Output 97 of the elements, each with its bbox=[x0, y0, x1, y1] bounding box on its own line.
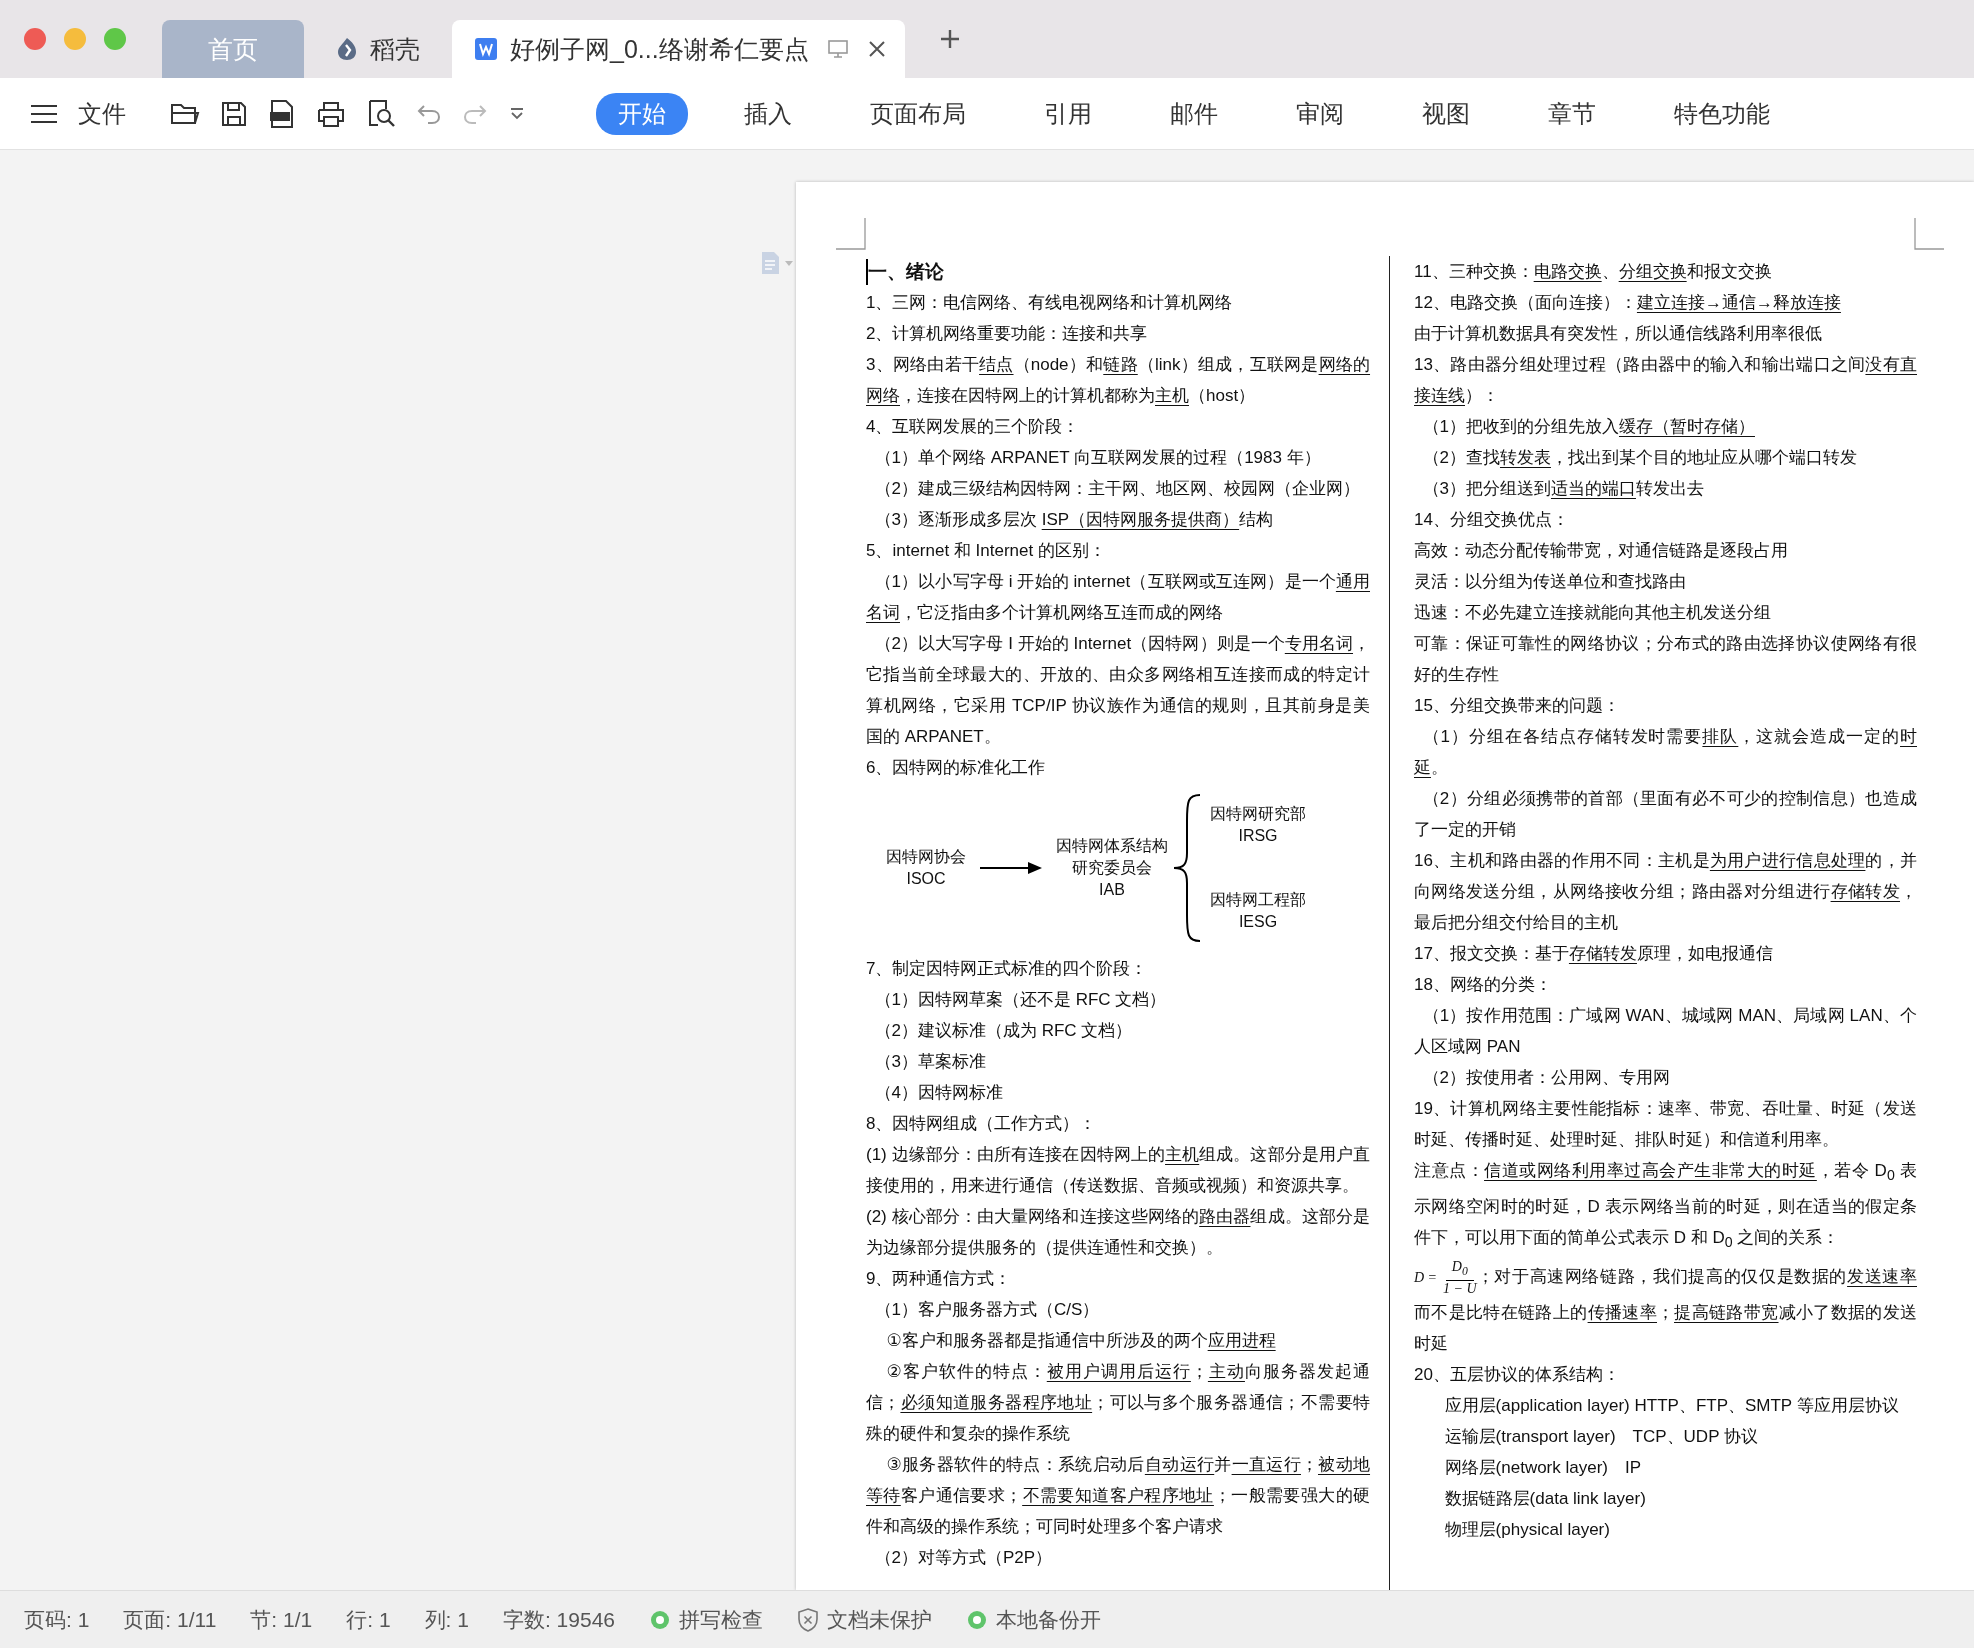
paragraph: 高效：动态分配传输带宽，对通信链路是逐段占用 bbox=[1414, 540, 1789, 562]
status-button[interactable]: 本地备份开 bbox=[966, 1605, 1101, 1634]
diagram-label: 因特网体系结构 研究委员会 IAB bbox=[1056, 836, 1168, 900]
paragraph: （2）对等方式（P2P） bbox=[873, 1547, 1054, 1569]
paragraph: （2）查找转发表，找出到某个目的地址应从哪个端口转发 bbox=[1421, 447, 1858, 469]
status-text: 列: 1 bbox=[424, 1606, 469, 1633]
ribbon-tab[interactable]: 开始 bbox=[596, 92, 688, 135]
paragraph: 注意点：信道或网络利用率过高会产生非常大的时延，若令 D$_{0}$ 表示网络空闲时的时延，D 表示网络当前的时延，则在适当的假定条件下，可以用下面的简单公式表示 D 和 D$_{0}$ 之间的关系： bbox=[1414, 1160, 1917, 1253]
ribbon-tab[interactable]: 章节 bbox=[1526, 92, 1618, 135]
status-text: 页码: 1 bbox=[24, 1606, 90, 1633]
status-text: 节: 1/1 bbox=[250, 1606, 313, 1633]
diagram-arrow bbox=[980, 861, 1042, 875]
paragraph: （1）因特网草案（还不是 RFC 文档） bbox=[873, 989, 1168, 1011]
paragraph: 4、互联网发展的三个阶段： bbox=[866, 416, 1081, 438]
paragraph: 3、网络由若干结点（node）和链路（link）组成，互联网是网络的网络，连接在因特网上的计算机都称为主机（host） bbox=[866, 354, 1370, 407]
paragraph: 16、主机和路由器的作用不同：主机是为用户进行信息处理的，并向网络发送分组，从网络接收分组；路由器对分组进行存储转发，最后把分组交付给目的主机 bbox=[1414, 850, 1917, 934]
file-menu[interactable]: 文件 bbox=[78, 97, 126, 130]
paragraph: 运输层(transport layer) TCP、UDP 协议 bbox=[1443, 1425, 1759, 1448]
paragraph: 7、制定因特网正式标准的四个阶段： bbox=[866, 958, 1149, 980]
paragraph: （3）草案标准 bbox=[873, 1051, 987, 1073]
paragraph: （1）分组在各结点存储转发时需要排队，这就会造成一定的时延。 bbox=[1414, 726, 1917, 779]
menu-icon[interactable] bbox=[30, 102, 58, 125]
shield-icon bbox=[797, 1607, 819, 1632]
paragraph: （3）逐渐形成多层次 ISP（因特网服务提供商）结构 bbox=[873, 509, 1275, 531]
document-w-icon bbox=[474, 37, 498, 61]
ribbon-tab[interactable]: 视图 bbox=[1400, 92, 1492, 135]
paragraph: (2) 核心部分：由大量网络和连接这些网络的路由器组成。这部分是为边缘部分提供服务的（提供连通性和交换）。 bbox=[866, 1206, 1370, 1259]
paragraph: 14、分组交换优点： bbox=[1414, 509, 1570, 531]
print-icon[interactable] bbox=[316, 99, 346, 128]
ribbon-tab[interactable]: 引用 bbox=[1022, 92, 1114, 135]
paragraph: （2）分组必须携带的首部（里面有必不可少的控制信息）也造成了一定的开销 bbox=[1414, 788, 1917, 841]
paragraph: 可靠：保证可靠性的网络协议；分布式的路由选择协议使网络有很好的生存性 bbox=[1414, 633, 1917, 686]
paragraph: （2）按使用者：公用网、专用网 bbox=[1421, 1067, 1671, 1089]
paragraph: 迅速：不必先建立连接就能向其他主机发送分组 bbox=[1414, 602, 1772, 624]
status-button[interactable]: 文档未保护 bbox=[797, 1605, 932, 1634]
flame-icon bbox=[336, 37, 358, 61]
paragraph: （3）把分组送到适当的端口转发出去 bbox=[1421, 478, 1705, 500]
paragraph: 数据链路层(data link layer) bbox=[1443, 1487, 1647, 1510]
status-text: 页面: 1/11 bbox=[123, 1606, 217, 1633]
diagram-label: 因特网协会 ISOC bbox=[886, 847, 966, 889]
paragraph: ①客户和服务器都是指通信中所涉及的两个应用进程 bbox=[885, 1330, 1277, 1352]
paragraph: （1）按作用范围：广域网 WAN、城域网 MAN、局域网 LAN、个人区域网 PAN bbox=[1414, 1005, 1917, 1058]
text-cursor bbox=[866, 258, 868, 285]
document-tab[interactable]: 好例子网_0...络谢希仁要点 bbox=[452, 20, 905, 78]
paragraph: （1）单个网络 ARPANET 向互联网发展的过程（1983 年） bbox=[873, 447, 1322, 469]
status-button[interactable]: 拼写检查 bbox=[649, 1605, 763, 1634]
paragraph: 17、报文交换：基于存储转发原理，如电报通信 bbox=[1414, 943, 1774, 965]
window-close-button[interactable] bbox=[24, 28, 46, 50]
paragraph: 12、电路交换（面向连接）：建立连接→通信→释放连接 bbox=[1414, 292, 1842, 314]
document-tab[interactable]: 稻壳 bbox=[314, 20, 442, 78]
status-text: 行: 1 bbox=[346, 1606, 391, 1633]
paragraph: 物理层(physical layer) bbox=[1443, 1518, 1611, 1541]
ribbon-tab[interactable]: 页面布局 bbox=[848, 92, 988, 135]
paragraph: （1）以小写字母 i 开始的 internet（互联网或互连网）是一个通用名词，它泛指由多个计算机网络互连而成的网络 bbox=[866, 571, 1370, 624]
paragraph: 8、因特网组成（工作方式）： bbox=[866, 1113, 1098, 1135]
paragraph: （1）把收到的分组先放入缓存（暂时存储） bbox=[1421, 416, 1756, 438]
diagram-label: 因特网研究部 IRSG bbox=[1210, 804, 1306, 846]
print-preview-icon[interactable] bbox=[366, 98, 396, 129]
close-icon[interactable] bbox=[866, 39, 887, 59]
ribbon-tab[interactable]: 插入 bbox=[722, 92, 814, 135]
paragraph: 19、计算机网络主要性能指标：速率、带宽、吞吐量、时延（发送时延、传播时延、处理时延、排队时延）和信道利用率。 bbox=[1414, 1098, 1917, 1151]
ribbon-tab[interactable]: 邮件 bbox=[1148, 92, 1240, 135]
corner-mark bbox=[1914, 218, 1944, 250]
paragraph: （4）因特网标准 bbox=[873, 1082, 1004, 1104]
paragraph: （2）建成三级结构因特网：主干网、地区网、校园网（企业网） bbox=[873, 478, 1361, 500]
diagram-label: 因特网工程部 IESG bbox=[1210, 890, 1306, 932]
paragraph: 应用层(application layer) HTTP、FTP、SMTP 等应用层协议 bbox=[1443, 1394, 1900, 1417]
paragraph: 灵活：以分组为传送单位和查找路由 bbox=[1414, 571, 1687, 593]
save-icon[interactable] bbox=[220, 99, 248, 128]
status-ok-icon bbox=[966, 1608, 988, 1631]
paragraph: （1）客户服务器方式（C/S） bbox=[873, 1299, 1101, 1321]
paragraph: ③服务器软件的特点：系统启动后自动运行并一直运行；被动地等待客户通信要求；不需要知道客户程序地址；一般需要强大的硬件和高级的操作系统；可同时处理多个客户请求 bbox=[866, 1454, 1370, 1538]
paragraph: 11、三种交换：电路交换、分组交换和报文交换 bbox=[1414, 261, 1773, 283]
paragraph: 5、internet 和 Internet 的区别： bbox=[866, 540, 1107, 562]
paragraph: 20、五层协议的体系结构： bbox=[1414, 1363, 1621, 1386]
caret-icon[interactable] bbox=[508, 105, 526, 122]
paragraph: （2）以大写字母 I 开始的 Internet（因特网）则是一个专用名词，它指当前全球最大的、开放的、由众多网络相互连接而成的特定计算机网络，它采用 TCP/IP 协议族作为通信的规则，且其前身是美国的 ARPANET。 bbox=[866, 633, 1370, 748]
section-heading: 一、绪论 bbox=[868, 260, 944, 284]
status-text: 字数: 19546 bbox=[502, 1606, 615, 1633]
status-ok-icon bbox=[649, 1608, 671, 1631]
paragraph: ②客户软件的特点：被用户调用后运行；主动向服务器发起通信；必须知道服务器程序地址；可以与多个服务器通信；不需要特殊的硬件和复杂的操作系统 bbox=[866, 1361, 1370, 1445]
paragraph: 由于计算机数据具有突发性，所以通信线路利用率很低 bbox=[1414, 323, 1823, 345]
paragraph: 9、两种通信方式： bbox=[866, 1268, 1013, 1290]
paragraph: 网络层(network layer) IP bbox=[1443, 1456, 1643, 1479]
paragraph: 6、因特网的标准化工作 bbox=[866, 757, 1047, 779]
corner-mark bbox=[836, 218, 866, 250]
new-tab-icon[interactable] bbox=[938, 28, 961, 50]
paragraph: 13、路由器分组处理过程（路由器中的输入和输出端口之间没有直接连线）： bbox=[1414, 354, 1917, 407]
ribbon-tab[interactable]: 审阅 bbox=[1274, 92, 1366, 135]
ribbon-tab[interactable]: 特色功能 bbox=[1652, 92, 1792, 135]
paragraph: （2）建议标准（成为 RFC 文档） bbox=[873, 1020, 1134, 1042]
pdf-icon[interactable] bbox=[268, 98, 296, 129]
paragraph: 2、计算机网络重要功能：连接和共享 bbox=[866, 323, 1149, 345]
paragraph: 1、三网：电信网络、有线电视网络和计算机网络 bbox=[866, 292, 1234, 314]
paragraph: (1) 边缘部分：由所有连接在因特网上的主机组成。这部分是用户直接使用的，用来进行通信（传送数据、音频或视频）和资源共享。 bbox=[866, 1144, 1370, 1197]
paragraph: 18、网络的分类： bbox=[1414, 974, 1553, 996]
paragraph: 15、分组交换带来的问题： bbox=[1414, 695, 1621, 717]
